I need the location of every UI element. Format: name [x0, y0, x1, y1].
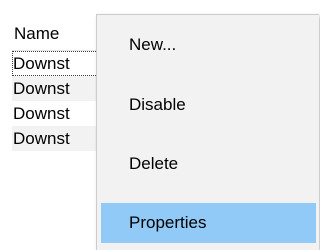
menu-item-disable[interactable]: Disable — [101, 85, 316, 125]
row-name-cell: Downst — [13, 104, 70, 123]
column-header-name[interactable]: Name — [14, 20, 59, 50]
row-name-cell: Downst — [13, 54, 70, 73]
row-name-cell: Downst — [13, 129, 70, 148]
menu-item-properties[interactable]: Properties — [101, 203, 316, 243]
menu-item-new[interactable]: New... — [101, 25, 316, 65]
screen: Name Downst Downst Downst Downst New... … — [0, 0, 319, 250]
row-name-cell: Downst — [13, 79, 70, 98]
context-menu: New... Disable Delete Properties — [96, 14, 319, 250]
menu-item-delete[interactable]: Delete — [101, 144, 316, 184]
